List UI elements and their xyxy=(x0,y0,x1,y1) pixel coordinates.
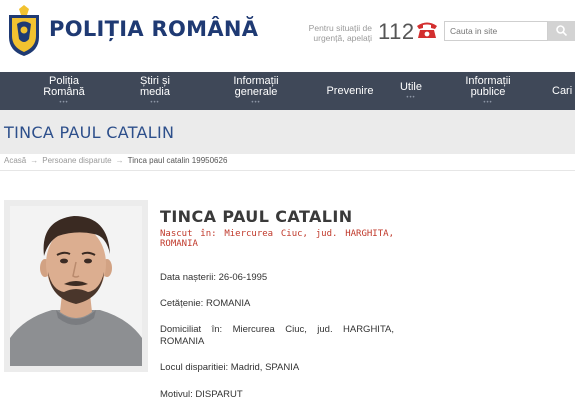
field-birth-date: Data nașterii: 26-06-1995 xyxy=(160,272,267,284)
nav-dots: ••• xyxy=(59,100,69,106)
field-value: ROMANIA xyxy=(205,298,251,309)
birth-place-note: Nascut în: Miercurea Ciuc, jud. HARGHITA… xyxy=(160,229,394,249)
main-nav: Poliția Română ••• Știri și media ••• In… xyxy=(0,72,575,110)
nav-item-label: Știri și media xyxy=(140,75,170,98)
nav-item-stiri-media[interactable]: Știri și media ••• xyxy=(122,72,188,110)
nav-item-utile[interactable]: Utile ••• xyxy=(391,72,431,110)
nav-item-label: Poliția Română xyxy=(43,75,85,98)
search-button[interactable] xyxy=(548,21,575,41)
nav-item-prevenire[interactable]: Prevenire xyxy=(318,72,382,110)
divider xyxy=(0,170,575,171)
field-residence: Domiciliat în: Miercurea Ciuc, jud. HARG… xyxy=(160,324,394,348)
breadcrumb: Acasă → Persoane disparute → Tinca paul cata… xyxy=(4,156,227,165)
breadcrumb-home[interactable]: Acasă xyxy=(4,156,26,165)
nav-dots: ••• xyxy=(251,100,261,106)
search-icon xyxy=(556,25,567,36)
nav-item-cariera[interactable]: Cari xyxy=(552,72,575,110)
field-value: DISPARUT xyxy=(195,389,243,400)
breadcrumb-missing-persons[interactable]: Persoane disparute xyxy=(42,156,111,165)
search-input[interactable] xyxy=(444,21,548,41)
field-value: Madrid, SPANIA xyxy=(230,362,300,373)
field-citizenship: Cetățenie: ROMANIA xyxy=(160,298,250,310)
field-value: 26-06-1995 xyxy=(218,272,268,283)
coat-of-arms-logo[interactable] xyxy=(5,5,43,57)
field-disappearance-place: Locul disparitiei: Madrid, SPANIA xyxy=(160,362,299,374)
nav-dots: ••• xyxy=(406,94,416,101)
search-box xyxy=(444,21,575,41)
nav-item-informatii-generale[interactable]: Informații generale ••• xyxy=(218,72,294,110)
site-header: POLIȚIA ROMÂNĂ Pentru situații de urgenț… xyxy=(0,0,575,70)
emergency-number: 112 xyxy=(378,19,415,44)
nav-item-label: Informații publice xyxy=(465,75,511,98)
field-label: Data nașterii: xyxy=(160,272,216,283)
site-title[interactable]: POLIȚIA ROMÂNĂ xyxy=(49,17,258,41)
nav-item-politia-romana[interactable]: Poliția Română ••• xyxy=(30,72,98,110)
field-label: Motivul: xyxy=(160,389,193,400)
breadcrumb-current: Tinca paul catalin 19950626 xyxy=(127,156,228,165)
page-title-band: TINCA PAUL CATALIN xyxy=(0,110,575,154)
phone-icon xyxy=(417,22,437,38)
nav-item-label: Prevenire xyxy=(326,84,374,97)
person-name: TINCA PAUL CATALIN xyxy=(160,207,353,226)
breadcrumb-arrow-icon: → xyxy=(115,156,124,165)
page-title: TINCA PAUL CATALIN xyxy=(4,123,175,142)
person-photo xyxy=(10,206,142,366)
nav-dots: ••• xyxy=(150,100,160,106)
field-label: Domiciliat în: xyxy=(160,324,223,335)
person-photo-frame xyxy=(4,200,148,372)
breadcrumb-arrow-icon: → xyxy=(30,156,39,165)
field-label: Locul disparitiei: xyxy=(160,362,229,373)
nav-item-label: Utile xyxy=(399,80,422,93)
field-reason: Motivul: DISPARUT xyxy=(160,389,243,401)
emergency-note: Pentru situații de urgență, apelați xyxy=(308,23,372,43)
nav-dots: ••• xyxy=(483,100,493,106)
nav-item-label: Informații generale xyxy=(233,75,279,98)
nav-item-label: Cari xyxy=(552,84,573,97)
nav-item-informatii-publice[interactable]: Informații publice ••• xyxy=(450,72,526,110)
field-label: Cetățenie: xyxy=(160,298,204,309)
